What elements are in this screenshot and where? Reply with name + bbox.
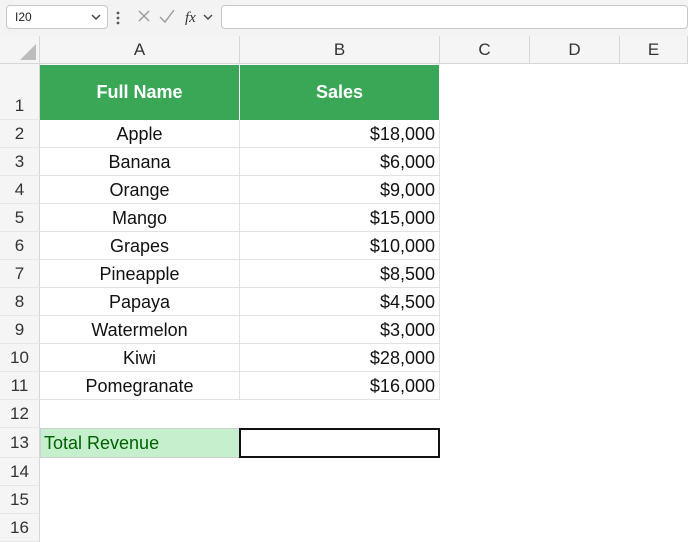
select-all-icon bbox=[20, 44, 36, 60]
column-header-a[interactable]: A bbox=[40, 36, 240, 64]
row-header-13[interactable]: 13 bbox=[0, 428, 40, 458]
sales-value-cell[interactable]: $8,500 bbox=[240, 260, 440, 288]
sales-value-cell[interactable]: $15,000 bbox=[240, 204, 440, 232]
column-header-b[interactable]: B bbox=[240, 36, 440, 64]
fruit-name-cell[interactable]: Papaya bbox=[40, 288, 240, 316]
column-header-d[interactable]: D bbox=[530, 36, 620, 64]
row-header-10[interactable]: 10 bbox=[0, 344, 40, 372]
row-header-5[interactable]: 5 bbox=[0, 204, 40, 232]
name-box-value: I20 bbox=[15, 10, 32, 24]
confirm-icon[interactable] bbox=[158, 8, 176, 24]
formula-bar: I20 fx bbox=[0, 0, 688, 36]
row-header-6[interactable]: 6 bbox=[0, 232, 40, 260]
fruit-name-cell[interactable]: Mango bbox=[40, 204, 240, 232]
sales-value-cell[interactable]: $10,000 bbox=[240, 232, 440, 260]
fruit-name-cell[interactable]: Watermelon bbox=[40, 316, 240, 344]
fruit-name-cell[interactable]: Grapes bbox=[40, 232, 240, 260]
fruit-name-cell[interactable]: Banana bbox=[40, 148, 240, 176]
name-box[interactable]: I20 bbox=[6, 5, 108, 29]
total-revenue-label[interactable]: Total Revenue bbox=[40, 428, 240, 458]
sales-value-cell[interactable]: $18,000 bbox=[240, 120, 440, 148]
row-header-1[interactable]: 1 bbox=[0, 64, 40, 120]
fruit-name-cell[interactable]: Pomegranate bbox=[40, 372, 240, 400]
sales-value-cell[interactable]: $3,000 bbox=[240, 316, 440, 344]
row-header-15[interactable]: 15 bbox=[0, 486, 40, 514]
row-header-8[interactable]: 8 bbox=[0, 288, 40, 316]
fruit-name-cell[interactable]: Pineapple bbox=[40, 260, 240, 288]
sales-value-cell[interactable]: $9,000 bbox=[240, 176, 440, 204]
column-header-c[interactable]: C bbox=[440, 36, 530, 64]
column-header-e[interactable]: E bbox=[620, 36, 688, 64]
formula-controls: fx bbox=[130, 6, 218, 28]
total-revenue-value[interactable] bbox=[239, 428, 440, 458]
table-header-cell[interactable]: Sales bbox=[240, 65, 440, 120]
sales-value-cell[interactable]: $4,500 bbox=[240, 288, 440, 316]
row-header-4[interactable]: 4 bbox=[0, 176, 40, 204]
fruit-name-cell[interactable]: Apple bbox=[40, 120, 240, 148]
table-header-cell[interactable]: Full Name bbox=[40, 65, 240, 120]
more-options-icon[interactable] bbox=[114, 9, 122, 27]
row-header-3[interactable]: 3 bbox=[0, 148, 40, 176]
row-header-11[interactable]: 11 bbox=[0, 372, 40, 400]
formula-input[interactable] bbox=[221, 5, 688, 29]
fruit-name-cell[interactable]: Orange bbox=[40, 176, 240, 204]
svg-text:fx: fx bbox=[185, 10, 196, 26]
cancel-icon[interactable] bbox=[136, 8, 152, 24]
function-icon[interactable]: fx bbox=[184, 8, 202, 26]
sales-value-cell[interactable]: $16,000 bbox=[240, 372, 440, 400]
sales-value-cell[interactable]: $28,000 bbox=[240, 344, 440, 372]
select-all-corner[interactable] bbox=[0, 36, 40, 64]
row-header-12[interactable]: 12 bbox=[0, 400, 40, 428]
row-header-7[interactable]: 7 bbox=[0, 260, 40, 288]
fruit-name-cell[interactable]: Kiwi bbox=[40, 344, 240, 372]
chevron-down-icon[interactable] bbox=[89, 9, 103, 25]
row-header-16[interactable]: 16 bbox=[0, 514, 40, 542]
row-header-14[interactable]: 14 bbox=[0, 458, 40, 486]
spreadsheet-grid: ABCDE 1 2 3 4 5 6 7 8 9 10 11 12 13 14 15 16 Full Name S… bbox=[0, 36, 688, 542]
row-header-2[interactable]: 2 bbox=[0, 120, 40, 148]
sales-value-cell[interactable]: $6,000 bbox=[240, 148, 440, 176]
chevron-down-icon[interactable] bbox=[202, 10, 214, 24]
row-header-9[interactable]: 9 bbox=[0, 316, 40, 344]
